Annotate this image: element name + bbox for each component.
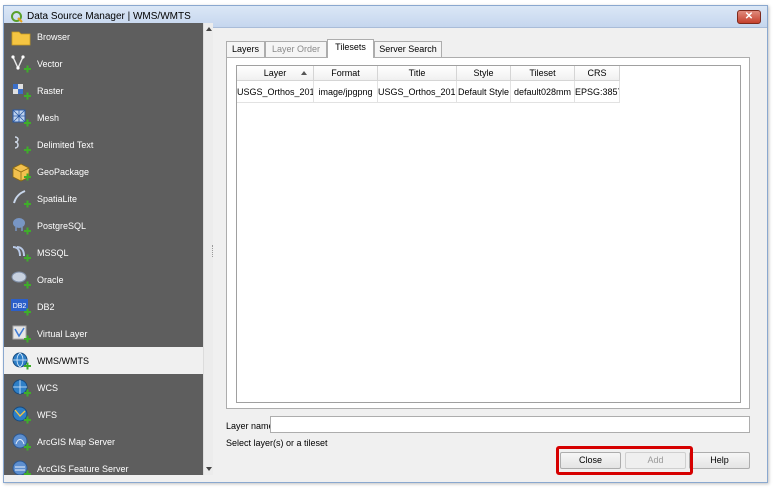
sidebar-item-vector[interactable]: Vector <box>4 50 203 77</box>
table-cell-crs[interactable]: EPSG:3857 <box>575 81 620 103</box>
sidebar-item-label: ArcGIS Map Server <box>37 437 116 447</box>
sidebar-item-label: GeoPackage <box>37 167 90 177</box>
sidebar-item-label: Raster <box>37 86 64 96</box>
sidebar-item-mssql[interactable]: MSSQL <box>4 239 203 266</box>
status-message: Select layer(s) or a tileset <box>226 438 328 448</box>
sidebar-item-db2[interactable]: DB2 DB2 <box>4 293 203 320</box>
tilesets-pane: Layer Format Title Style Tileset CRS USG… <box>226 57 750 409</box>
sidebar-item-arcgis-map-server[interactable]: ArcGIS Map Server <box>4 428 203 455</box>
window-close-button[interactable]: ✕ <box>737 10 761 24</box>
table-cell-format[interactable]: image/jpgpng <box>314 81 378 103</box>
virtual-layer-icon <box>12 325 31 343</box>
tab-layer-order: Layer Order <box>265 41 327 57</box>
sidebar-item-label: Mesh <box>37 113 60 123</box>
sidebar-item-arcgis-feature-server[interactable]: ArcGIS Feature Server <box>4 455 203 475</box>
arcgis-map-icon <box>12 433 31 451</box>
column-header-crs[interactable]: CRS <box>575 66 620 81</box>
wfs-icon <box>12 406 31 424</box>
sidebar-item-label: Vector <box>37 59 63 69</box>
sidebar-item-postgresql[interactable]: PostgreSQL <box>4 212 203 239</box>
sidebar-item-delimited-text[interactable]: Delimited Text <box>4 131 203 158</box>
qgis-logo-icon <box>11 11 23 23</box>
sort-ascending-icon <box>301 71 307 75</box>
column-header-format[interactable]: Format <box>314 66 378 81</box>
tab-server-search[interactable]: Server Search <box>374 41 442 57</box>
sidebar-item-virtual-layer[interactable]: Virtual Layer <box>4 320 203 347</box>
vector-icon <box>11 55 31 73</box>
sidebar-item-label: MSSQL <box>37 248 69 258</box>
sidebar-item-label: PostgreSQL <box>37 221 87 231</box>
table-cell-style[interactable]: Default Style <box>457 81 511 103</box>
tab-layers[interactable]: Layers <box>226 41 265 57</box>
wms-icon <box>12 352 31 370</box>
sidebar-item-geopackage[interactable]: GeoPackage <box>4 158 203 185</box>
table-cell-tileset[interactable]: default028mm <box>511 81 575 103</box>
arcgis-feature-icon <box>12 460 31 475</box>
sidebar-item-wfs[interactable]: WFS <box>4 401 203 428</box>
sidebar-item-label: ArcGIS Feature Server <box>37 464 129 474</box>
help-button[interactable]: Help <box>689 452 750 469</box>
sidebar-item-label: Delimited Text <box>37 140 94 150</box>
postgresql-icon <box>13 218 31 235</box>
sidebar-item-label: Virtual Layer <box>37 329 88 339</box>
folder-icon <box>11 31 31 46</box>
delimited-text-icon <box>14 136 31 154</box>
oracle-icon <box>11 271 31 289</box>
sidebar-item-label: Oracle <box>37 275 64 285</box>
sidebar-item-browser[interactable]: Browser <box>4 23 203 50</box>
column-header-layer[interactable]: Layer <box>237 66 314 81</box>
sidebar-item-label: WCS <box>37 383 58 393</box>
table-cell-title[interactable]: USGS_Orthos_2019 <box>378 81 457 103</box>
sidebar-item-mesh[interactable]: Mesh <box>4 104 203 131</box>
db2-icon: DB2 <box>11 299 31 316</box>
layer-name-label: Layer name <box>226 421 274 431</box>
sidebar-item-spatialite[interactable]: SpatiaLite <box>4 185 203 212</box>
sidebar-item-label: WMS/WMTS <box>37 356 89 366</box>
mssql-icon <box>12 246 31 262</box>
sidebar-item-label: SpatiaLite <box>37 194 78 204</box>
spatialite-icon <box>13 190 31 208</box>
scroll-down-arrow-icon[interactable] <box>206 467 212 471</box>
sidebar-item-wcs[interactable]: WCS <box>4 374 203 401</box>
tilesets-table[interactable]: Layer Format Title Style Tileset CRS USG… <box>236 65 741 403</box>
mesh-icon <box>12 109 31 127</box>
wcs-icon <box>12 379 31 397</box>
window-title: Data Source Manager | WMS/WMTS <box>27 11 191 22</box>
geopackage-icon <box>12 163 31 182</box>
sidebar-item-label: Browser <box>37 32 71 42</box>
raster-icon <box>13 84 31 100</box>
column-header-tileset[interactable]: Tileset <box>511 66 575 81</box>
scroll-up-arrow-icon[interactable] <box>206 27 212 31</box>
sidebar-item-label: WFS <box>37 410 57 420</box>
svg-text:DB2: DB2 <box>13 303 27 310</box>
tab-tilesets[interactable]: Tilesets <box>327 39 374 58</box>
panel-splitter-handle[interactable] <box>212 245 214 257</box>
sidebar-item-oracle[interactable]: Oracle <box>4 266 203 293</box>
layer-name-input[interactable] <box>270 416 750 433</box>
sidebar-item-wms-wmts[interactable]: WMS/WMTS <box>4 347 203 374</box>
column-header-title[interactable]: Title <box>378 66 457 81</box>
source-sidebar: Browser Vector Raster Mesh Delimited Text Geo… <box>4 23 203 475</box>
annotation-highlight-box <box>556 446 693 475</box>
column-header-style[interactable]: Style <box>457 66 511 81</box>
sidebar-item-raster[interactable]: Raster <box>4 77 203 104</box>
table-cell-layer[interactable]: USGS_Orthos_2019 <box>237 81 314 103</box>
sidebar-item-label: DB2 <box>37 302 55 312</box>
